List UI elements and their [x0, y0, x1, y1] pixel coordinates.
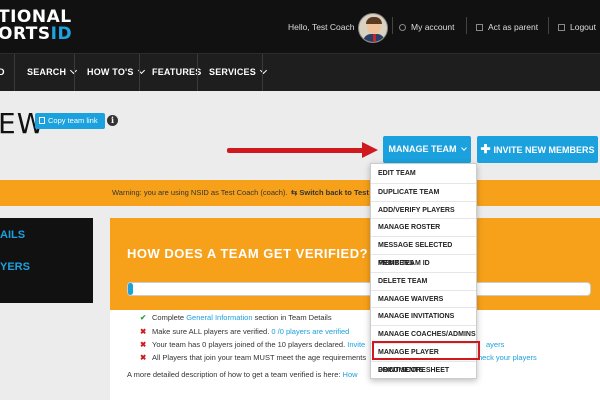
annotation-arrow-head [362, 142, 378, 158]
annotation-arrow [227, 148, 365, 153]
invite-new-members-button[interactable]: ✚ INVITE NEW MEMBERS [477, 136, 598, 163]
nav-divider [14, 54, 15, 91]
logo-line2: ORTSID [0, 24, 73, 44]
dropdown-item-message-selected-members[interactable]: MESSAGE SELECTED MEMBERS [371, 236, 476, 267]
logout-link[interactable]: Logout [558, 22, 596, 32]
top-header: TIONAL ORTSID Hello, Test Coach My accou… [0, 0, 600, 53]
plus-icon: ✚ [480, 142, 491, 156]
switch-icon [476, 24, 483, 31]
info-icon[interactable]: i [107, 115, 118, 126]
checklist-item-tail: ayers [486, 340, 504, 349]
checklist-item-tail: heck your players [478, 353, 537, 362]
dropdown-item-edit-team[interactable]: EDIT TEAM [371, 165, 476, 183]
dropdown-item-print-team-id[interactable]: PRINT TEAM ID [371, 254, 476, 272]
x-icon: ✖ [140, 353, 147, 362]
checklist-item: ✖ All Players that join your team MUST me… [140, 353, 367, 362]
main-nav: D SEARCH HOW TO'S FEATURES SERVICES [0, 53, 600, 91]
dropdown-item-add-verify-players[interactable]: ADD/VERIFY PLAYERS [371, 200, 476, 219]
my-account-link[interactable]: My account [399, 22, 454, 32]
check-icon: ✔ [140, 313, 147, 322]
logout-icon [558, 24, 565, 31]
checklist-item: ✖ Make sure ALL players are verified. 0 /… [140, 327, 350, 336]
header-divider [466, 17, 467, 34]
dropdown-item-manage-roster[interactable]: MANAGE ROSTER [371, 218, 476, 236]
checklist-item: ✔ Complete General Information section in… [140, 313, 332, 322]
nav-item-how-tos[interactable]: HOW TO'S [87, 54, 145, 91]
dropdown-item-print-scoresheet[interactable]: PRINT SCORESHEET [371, 360, 476, 379]
sidebar-item-players[interactable]: YERS [0, 261, 30, 273]
invite-link[interactable]: Invite [347, 340, 365, 349]
dropdown-item-manage-invitations[interactable]: MANAGE INVITATIONS [371, 307, 476, 325]
nav-divider [74, 54, 75, 91]
header-divider [392, 17, 393, 34]
header-divider [548, 17, 549, 34]
nav-item-partial[interactable]: D [0, 54, 5, 91]
chevron-down-icon [460, 145, 467, 151]
verification-progress-bar [127, 282, 591, 296]
progress-fill [128, 283, 133, 295]
nav-item-features[interactable]: FEATURES [152, 54, 201, 91]
verification-description: A more detailed description of how to ge… [127, 370, 358, 379]
how-link[interactable]: How [343, 370, 358, 379]
dropdown-item-duplicate-team[interactable]: DUPLICATE TEAM [371, 182, 476, 201]
team-sidebar: AILS YERS [0, 218, 93, 303]
copy-team-link-button[interactable]: Copy team link [35, 113, 105, 129]
avatar[interactable] [358, 13, 388, 43]
x-icon: ✖ [140, 327, 147, 336]
site-logo[interactable]: TIONAL ORTSID [0, 9, 72, 43]
general-info-link[interactable]: General Information [186, 313, 252, 322]
sidebar-item-details[interactable]: AILS [0, 229, 25, 241]
dropdown-item-delete-team[interactable]: DELETE TEAM [371, 271, 476, 290]
nav-divider [197, 54, 198, 91]
verification-title: HOW DOES A TEAM GET VERIFIED? [127, 246, 369, 261]
x-icon: ✖ [140, 340, 147, 349]
switch-back-link[interactable]: ⇆ Switch back to Test [291, 180, 369, 206]
nav-item-services[interactable]: SERVICES [209, 54, 267, 91]
highlight-box [372, 341, 480, 360]
check-players-link[interactable]: heck your players [478, 353, 537, 362]
verification-panel: HOW DOES A TEAM GET VERIFIED? [110, 218, 600, 310]
act-as-parent-link[interactable]: Act as parent [476, 22, 538, 32]
dropdown-item-manage-waivers[interactable]: MANAGE WAIVERS [371, 289, 476, 308]
checklist-item: ✖ Your team has 0 players joined of the 1… [140, 340, 366, 349]
manage-team-button[interactable]: MANAGE TEAM [383, 136, 471, 163]
warning-text: Warning: you are using NSID as Test Coac… [112, 188, 288, 197]
nav-item-search[interactable]: SEARCH [27, 54, 78, 91]
nav-divider [139, 54, 140, 91]
chevron-down-icon [259, 66, 267, 75]
gear-icon [399, 24, 406, 31]
players-verified-link[interactable]: 0 /0 players are verified [271, 327, 349, 336]
verification-checklist: ✔ Complete General Information section in… [110, 310, 600, 400]
impersonation-warning: Warning: you are using NSID as Test Coac… [0, 180, 600, 206]
copy-icon [39, 117, 45, 124]
greeting-text: Hello, Test Coach [288, 22, 355, 32]
invite-players-link[interactable]: ayers [486, 340, 504, 349]
nav-divider [262, 54, 263, 91]
